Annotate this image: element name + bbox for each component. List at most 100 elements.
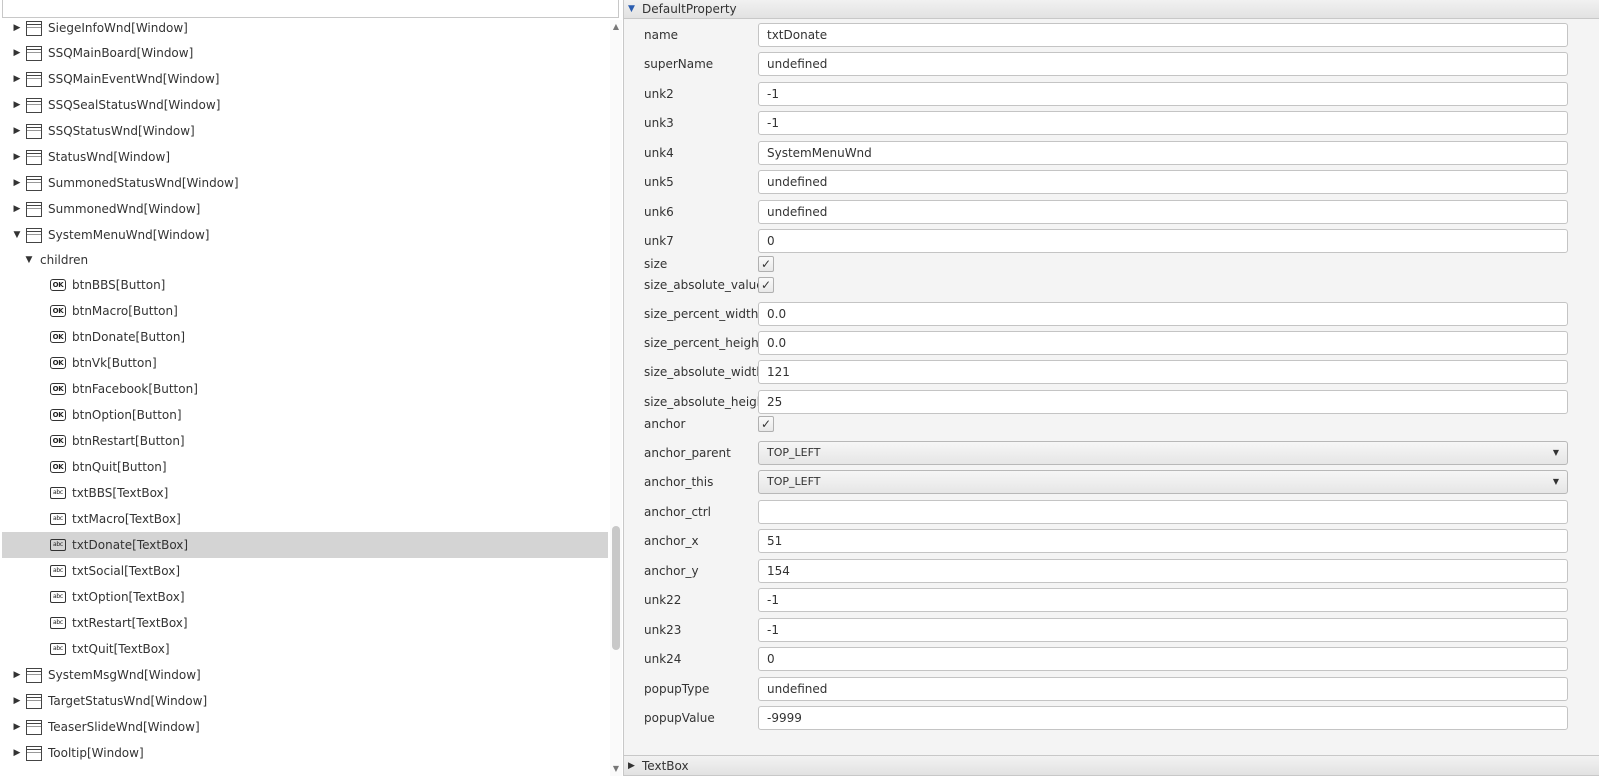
expand-down-icon[interactable]: ▼	[12, 230, 22, 240]
property-value-dropdown[interactable]: TOP_LEFT ▼	[758, 470, 1568, 494]
tree-row[interactable]: abc txtMacro[TextBox]	[2, 506, 608, 532]
property-value-field[interactable]: 121	[758, 360, 1568, 384]
button-icon: OK	[50, 409, 66, 421]
property-value-field[interactable]: -9999	[758, 706, 1568, 730]
property-name: anchor_this	[644, 475, 714, 489]
property-value-field[interactable]: 0	[758, 647, 1568, 671]
property-row: anchor_parent TOP_LEFT ▼	[624, 438, 1599, 468]
property-value-field[interactable]: 25	[758, 390, 1568, 414]
property-value-field[interactable]: txtDonate	[758, 23, 1568, 47]
property-name: size_absolute_width	[644, 365, 764, 379]
tree-row[interactable]: OK btnFacebook[Button]	[2, 376, 608, 402]
expand-right-icon[interactable]: ▶	[12, 126, 22, 136]
tree-row[interactable]: abc txtBBS[TextBox]	[2, 480, 608, 506]
section-header-defaultproperty[interactable]: ▼ DefaultProperty	[624, 0, 1599, 19]
tree-row[interactable]: ▶ StatusWnd[Window]	[2, 144, 608, 170]
tree-row[interactable]: ▶ SSQStatusWnd[Window]	[2, 118, 608, 144]
tree-row[interactable]: abc txtSocial[TextBox]	[2, 558, 608, 584]
property-value-field[interactable]: undefined	[758, 170, 1568, 194]
property-row: unk7 0	[624, 226, 1599, 256]
property-name: popupType	[644, 682, 710, 696]
property-row: superName undefined	[624, 49, 1599, 79]
property-name: name	[644, 28, 679, 42]
filter-input[interactable]	[2, 0, 619, 18]
property-value-field[interactable]: undefined	[758, 200, 1568, 224]
expand-right-icon[interactable]: ▶	[12, 178, 22, 188]
tree-row-label: TargetStatusWnd[Window]	[48, 694, 208, 708]
section-header-textbox[interactable]: ▶ TextBox	[624, 755, 1599, 776]
property-row: unk3 -1	[624, 108, 1599, 138]
property-value-field[interactable]	[758, 500, 1568, 524]
tree-row[interactable]: ▶ SSQMainEventWnd[Window]	[2, 66, 608, 92]
expand-right-icon[interactable]: ▶	[12, 48, 22, 58]
tree-row[interactable]: ▶ SSQSealStatusWnd[Window]	[2, 92, 608, 118]
chevron-down-icon: ▼	[1552, 477, 1559, 486]
property-checkbox[interactable]: ✓	[758, 256, 774, 272]
scroll-down-icon[interactable]: ▼	[611, 764, 621, 774]
tree-row[interactable]: ▼ SystemMenuWnd[Window]	[2, 222, 608, 248]
tree-row[interactable]: ▼ children	[2, 247, 608, 273]
tree-row-label: txtDonate[TextBox]	[72, 538, 189, 552]
property-value-field[interactable]: 0	[758, 229, 1568, 253]
tree-row[interactable]: OK btnDonate[Button]	[2, 324, 608, 350]
button-icon: OK	[50, 383, 66, 395]
tree-row-label: TeaserSlideWnd[Window]	[48, 720, 200, 734]
tree-row[interactable]: abc txtRestart[TextBox]	[2, 610, 608, 636]
tree-row-label: SSQMainEventWnd[Window]	[48, 72, 220, 86]
scrollbar-thumb[interactable]	[612, 526, 620, 650]
window-icon	[26, 719, 42, 735]
property-value-field[interactable]: 51	[758, 529, 1568, 553]
property-panel: ▼ DefaultProperty name txtDonate superName…	[624, 0, 1599, 776]
property-value-field[interactable]: 154	[758, 559, 1568, 583]
tree-row[interactable]: ▶ SSQMainBoard[Window]	[2, 40, 608, 66]
tree-row[interactable]: abc txtOption[TextBox]	[2, 584, 608, 610]
property-value-field[interactable]: -1	[758, 82, 1568, 106]
expand-right-icon[interactable]: ▶	[12, 748, 22, 758]
tree-row[interactable]: ▶ TeaserSlideWnd[Window]	[2, 714, 608, 740]
property-value-field[interactable]: 0.0	[758, 331, 1568, 355]
scroll-up-icon[interactable]: ▲	[611, 22, 621, 32]
expand-right-icon[interactable]: ▶	[12, 670, 22, 680]
tree-row[interactable]: ▶ SummonedWnd[Window]	[2, 196, 608, 222]
expand-right-icon[interactable]: ▶	[12, 74, 22, 84]
tree-row[interactable]: OK btnQuit[Button]	[2, 454, 608, 480]
property-row: size_absolute_width 121	[624, 357, 1599, 387]
tree-row-label: SSQSealStatusWnd[Window]	[48, 98, 221, 112]
property-row: anchor_ctrl	[624, 497, 1599, 527]
tree-row[interactable]: ▶ SystemMsgWnd[Window]	[2, 662, 608, 688]
expand-right-icon[interactable]: ▶	[12, 152, 22, 162]
tree-row[interactable]: ▶ SummonedStatusWnd[Window]	[2, 170, 608, 196]
expand-down-icon[interactable]: ▼	[24, 255, 34, 265]
property-checkbox[interactable]: ✓	[758, 277, 774, 293]
property-value-field[interactable]: undefined	[758, 52, 1568, 76]
tree-row[interactable]: ▶ Tooltip[Window]	[2, 740, 608, 766]
tree-row[interactable]: ▶ TargetStatusWnd[Window]	[2, 688, 608, 714]
property-name: anchor_ctrl	[644, 505, 712, 519]
tree-scrollbar[interactable]: ▲ ▼	[610, 20, 622, 776]
property-value-field[interactable]: 0.0	[758, 302, 1568, 326]
tree-row[interactable]: ▶ SiegeInfoWnd[Window]	[2, 15, 608, 41]
property-value-field[interactable]: SystemMenuWnd	[758, 141, 1568, 165]
property-checkbox[interactable]: ✓	[758, 416, 774, 432]
expand-right-icon[interactable]: ▶	[12, 722, 22, 732]
expand-right-icon[interactable]: ▶	[12, 696, 22, 706]
tree-row[interactable]: abc txtQuit[TextBox]	[2, 636, 608, 662]
expand-right-icon[interactable]: ▶	[12, 23, 22, 33]
property-row: unk22 -1	[624, 585, 1599, 615]
property-value-field[interactable]: undefined	[758, 677, 1568, 701]
expand-right-icon[interactable]: ▶	[12, 204, 22, 214]
expand-right-icon[interactable]: ▶	[12, 100, 22, 110]
property-value-dropdown[interactable]: TOP_LEFT ▼	[758, 441, 1568, 465]
checkmark-icon: ✓	[760, 257, 772, 271]
property-value-field[interactable]: -1	[758, 588, 1568, 612]
tree-row[interactable]: OK btnOption[Button]	[2, 402, 608, 428]
tree-row[interactable]: abc txtDonate[TextBox]	[2, 532, 608, 558]
window-icon	[26, 175, 42, 191]
textbox-icon: abc	[50, 487, 66, 499]
property-value-field[interactable]: -1	[758, 111, 1568, 135]
tree-row[interactable]: OK btnMacro[Button]	[2, 298, 608, 324]
property-value-field[interactable]: -1	[758, 618, 1568, 642]
tree-row[interactable]: OK btnBBS[Button]	[2, 272, 608, 298]
tree-row[interactable]: OK btnVk[Button]	[2, 350, 608, 376]
tree-row[interactable]: OK btnRestart[Button]	[2, 428, 608, 454]
